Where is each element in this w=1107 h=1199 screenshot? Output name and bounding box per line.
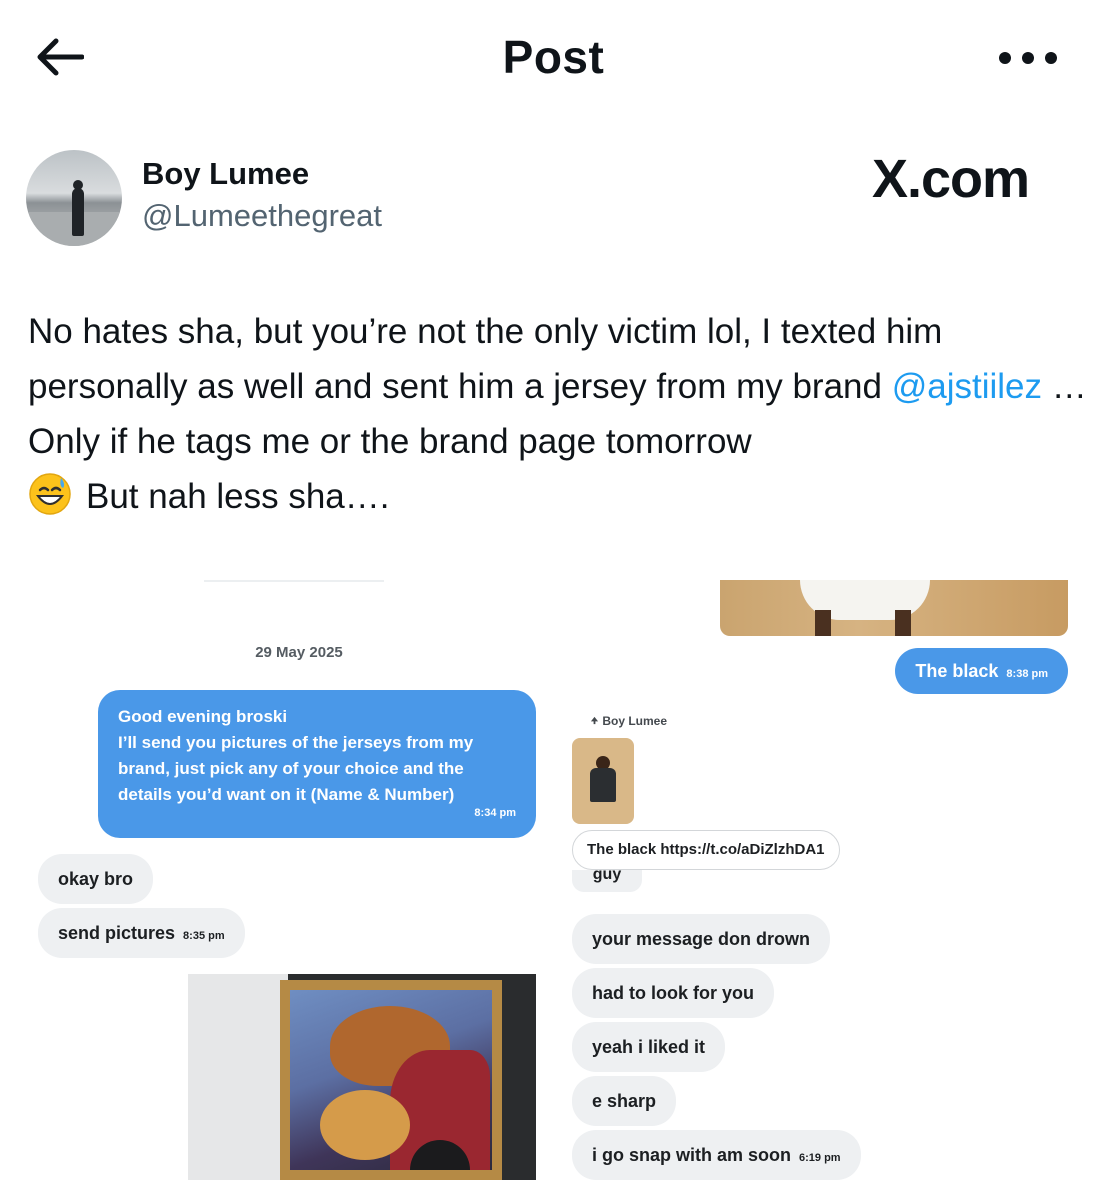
incoming-message: send pictures 8:35 pm bbox=[38, 908, 245, 958]
post-page: Post Boy Lumee @Lumeethegreat X.com No h… bbox=[0, 0, 1107, 1199]
jersey-photo-top bbox=[720, 580, 1068, 636]
link-message[interactable]: The black https://t.co/aDiZlzhDA1 bbox=[572, 830, 840, 870]
message-text: yeah i liked it bbox=[592, 1037, 706, 1057]
incoming-message-clipped: guy bbox=[572, 870, 642, 892]
message-text: e sharp bbox=[592, 1091, 657, 1111]
message-time: 8:38 pm bbox=[1006, 668, 1048, 680]
message-text: your message don drown bbox=[592, 929, 811, 949]
message-text: had to look for you bbox=[592, 983, 754, 1003]
incoming-message: had to look for you bbox=[572, 968, 774, 1018]
incoming-message: e sharp bbox=[572, 1076, 677, 1126]
message-text: The black bbox=[915, 661, 999, 681]
more-options-button[interactable] bbox=[999, 38, 1057, 78]
sweat-smile-emoji-icon bbox=[29, 473, 71, 515]
page-title: Post bbox=[502, 31, 605, 83]
reply-arrow-icon bbox=[590, 716, 599, 725]
message-time: 6:19 pm bbox=[799, 1152, 841, 1164]
author-name[interactable]: Boy Lumee bbox=[142, 156, 309, 192]
mention-link[interactable]: @ajstiilez bbox=[892, 367, 1042, 406]
jersey-photo bbox=[188, 974, 536, 1180]
message-text: send pictures bbox=[58, 923, 176, 943]
message-line: Good evening broski bbox=[118, 707, 288, 726]
x-com-watermark: X.com bbox=[872, 149, 1030, 209]
tweet-text-part1: No hates sha, but you’re not the only vi… bbox=[28, 312, 943, 406]
chat-screenshot-right[interactable]: The black 8:38 pm Boy Lumee The black htt… bbox=[564, 580, 1076, 1180]
outgoing-message: Good evening broski I’ll send you pictur… bbox=[98, 690, 536, 838]
more-dots-icon bbox=[999, 52, 1011, 64]
message-line: I’ll send you pictures of the jerseys fr… bbox=[118, 733, 474, 752]
outgoing-message: The black 8:38 pm bbox=[895, 648, 1068, 694]
chat-screenshot-left[interactable]: 29 May 2025 Good evening broski I’ll sen… bbox=[34, 580, 564, 1180]
message-line: brand, just pick any of your choice and … bbox=[118, 759, 464, 778]
incoming-message: your message don drown bbox=[572, 914, 831, 964]
avatar[interactable] bbox=[26, 150, 122, 246]
message-time: 8:35 pm bbox=[183, 930, 225, 942]
incoming-message: okay bro bbox=[38, 854, 154, 904]
incoming-message: i go snap with am soon 6:19 pm bbox=[572, 1130, 861, 1180]
tweet-text-part3: But nah less sha…. bbox=[86, 477, 390, 516]
message-text: okay bro bbox=[58, 869, 134, 889]
top-bar: Post bbox=[0, 0, 1107, 110]
message-line: details you’d want on it (Name & Number) bbox=[118, 785, 455, 804]
message-text: i go snap with am soon bbox=[592, 1145, 792, 1165]
reply-label: Boy Lumee bbox=[590, 714, 667, 728]
tweet-text: No hates sha, but you’re not the only vi… bbox=[28, 304, 1088, 524]
message-time: 8:34 pm bbox=[474, 807, 516, 819]
chat-date: 29 May 2025 bbox=[255, 644, 343, 661]
reply-thumbnail bbox=[572, 738, 634, 824]
incoming-message: yeah i liked it bbox=[572, 1022, 726, 1072]
author-handle[interactable]: @Lumeethegreat bbox=[142, 198, 382, 234]
